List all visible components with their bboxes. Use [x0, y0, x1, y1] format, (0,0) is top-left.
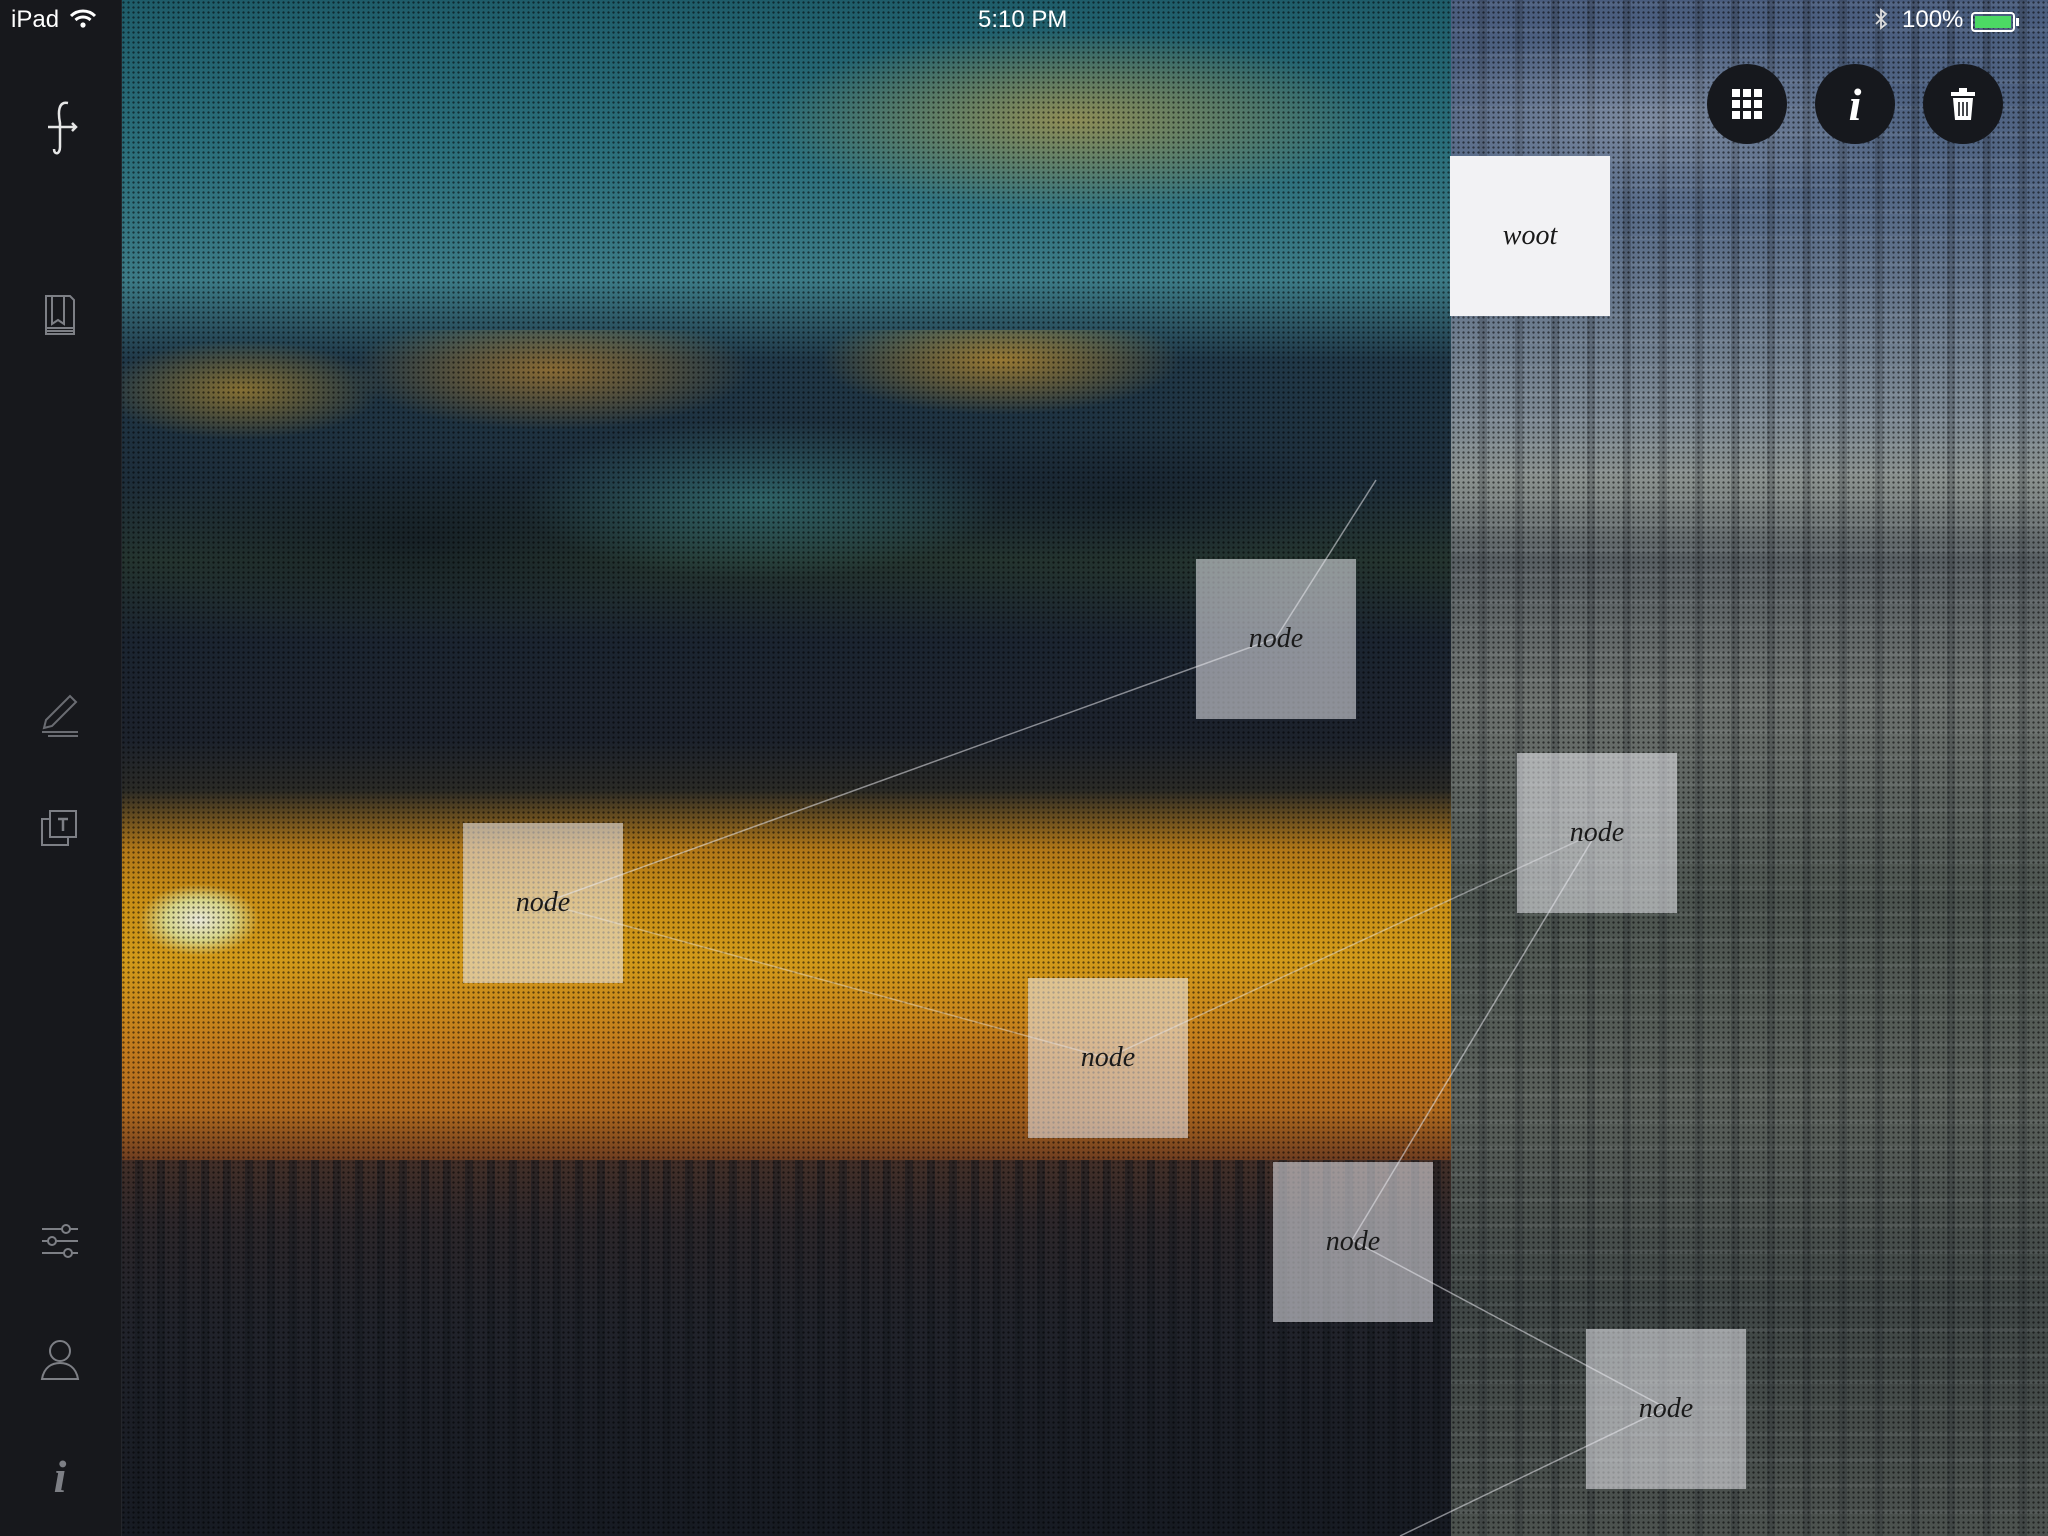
sliders-icon — [42, 1224, 78, 1258]
sidebar: i — [0, 0, 122, 1536]
node-card[interactable]: node — [463, 823, 623, 983]
node-card[interactable]: node — [1517, 753, 1677, 913]
bluetooth-icon — [1874, 8, 1888, 37]
sidebar-item-draw[interactable] — [30, 680, 90, 740]
mountain-silhouette — [541, 1000, 1441, 1140]
wifi-icon — [69, 8, 97, 36]
sidebar-item-pinned[interactable] — [30, 797, 90, 857]
info-icon: i — [1848, 78, 1862, 130]
sidebar-item-settings[interactable] — [30, 1209, 90, 1269]
battery-icon — [1971, 11, 2021, 39]
clock: 5:10 PM — [978, 6, 1068, 33]
pen-icon — [42, 694, 78, 737]
sidebar-item-account[interactable] — [30, 1329, 90, 1389]
sidebar-item-notebook[interactable] — [30, 284, 90, 344]
canvas[interactable] — [121, 0, 2048, 1536]
app-logo[interactable] — [30, 97, 90, 157]
battery-percent: 100% — [1902, 6, 1964, 33]
status-bar: iPad 5:10 PM 100% — [0, 0, 2048, 40]
city-silhouette — [121, 1160, 1451, 1536]
user-icon — [40, 1340, 80, 1380]
node-card[interactable]: node — [1586, 1329, 1746, 1489]
grid-icon — [1732, 89, 1762, 119]
pinned-stack-icon — [41, 810, 77, 846]
trash-icon — [1951, 88, 1975, 120]
feather-hook-logo — [48, 101, 78, 155]
book-icon — [45, 295, 75, 335]
sidebar-item-about[interactable]: i — [30, 1446, 90, 1506]
grid-button[interactable] — [1707, 64, 1787, 144]
info-button[interactable]: i — [1815, 64, 1895, 144]
node-card[interactable]: node — [1196, 559, 1356, 719]
node-card[interactable]: node — [1028, 978, 1188, 1138]
delete-button[interactable] — [1923, 64, 2003, 144]
node-card-woot[interactable]: woot — [1450, 156, 1610, 316]
node-card[interactable]: node — [1273, 1162, 1433, 1322]
info-icon: i — [53, 1450, 67, 1502]
device-label: iPad — [11, 6, 60, 33]
